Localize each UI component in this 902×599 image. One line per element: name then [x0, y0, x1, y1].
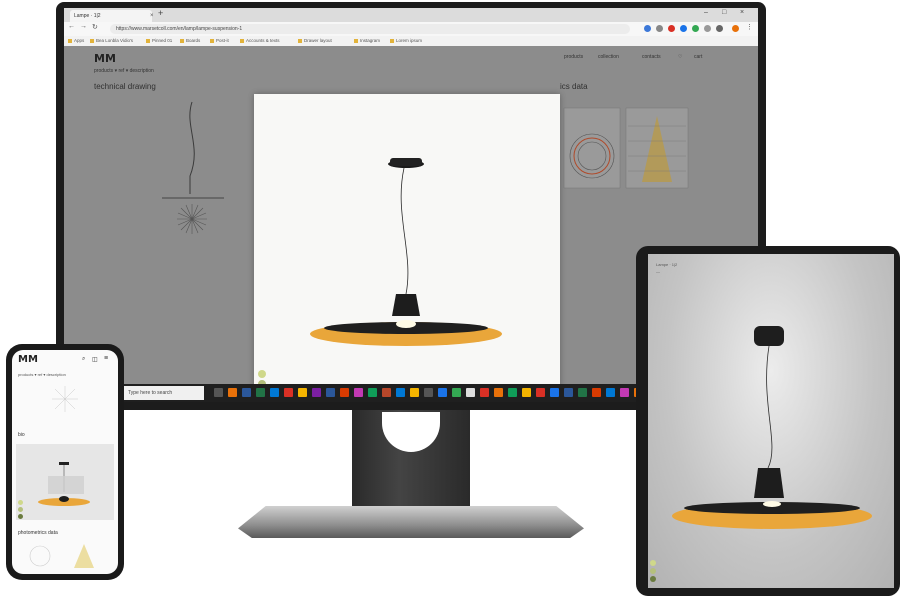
bookmark-item[interactable]: Pinned 01	[146, 37, 172, 45]
browser-tab[interactable]: Lampe · 1|2 ×	[70, 10, 154, 22]
product-image-modal[interactable]	[254, 94, 560, 402]
tablet-screen: Lampe · 1|2 —	[648, 254, 894, 588]
extension-icon[interactable]	[644, 25, 651, 32]
taskbar-app-icon[interactable]	[438, 388, 447, 397]
bookmark-item[interactable]: Apps	[68, 37, 84, 45]
taskbar-app-icon[interactable]	[284, 388, 293, 397]
taskbar-app-icon[interactable]	[298, 388, 307, 397]
address-bar[interactable]: https://www.marsetcoll.com/en/lamp/lampe…	[110, 24, 630, 34]
menu-cart[interactable]: cart	[694, 54, 702, 60]
close-tab-icon[interactable]: ×	[150, 10, 154, 22]
color-swatch[interactable]	[650, 560, 656, 566]
phone-pendant-lamp-image	[38, 462, 90, 506]
taskbar-app-icon[interactable]	[382, 388, 391, 397]
phone-technical-drawing	[52, 386, 78, 412]
browser-tab-title: Lampe · 1|2	[74, 13, 101, 19]
site-logo[interactable]: MM	[94, 52, 116, 65]
taskbar-app-icon[interactable]	[550, 388, 559, 397]
bookmark-item[interactable]: Drawer layout	[298, 37, 332, 45]
bookmark-item[interactable]: Accounts & texts	[240, 37, 280, 45]
extension-icon[interactable]	[692, 25, 699, 32]
new-tab-icon[interactable]: +	[158, 8, 163, 18]
photometric-chart-image	[563, 107, 689, 189]
technical-drawing-image	[162, 101, 224, 234]
color-swatch[interactable]	[18, 507, 23, 512]
taskbar-app-icon[interactable]	[494, 388, 503, 397]
breadcrumb[interactable]: products ▾ ref ▾ description	[94, 68, 154, 74]
taskbar-app-icon[interactable]	[326, 388, 335, 397]
bookmark-item[interactable]: Lorem ipsum	[390, 37, 422, 45]
phone-breadcrumb[interactable]: products ▾ ref ▾ description	[18, 372, 66, 377]
bookmark-item[interactable]: Boards	[180, 37, 200, 45]
taskbar-app-icon[interactable]	[452, 388, 461, 397]
pendant-lamp-image	[310, 158, 502, 346]
menu-contacts[interactable]: contacts	[642, 54, 661, 60]
extension-icon[interactable]	[716, 25, 723, 32]
search-icon[interactable]: ⌕	[82, 356, 85, 363]
extension-icon[interactable]	[656, 25, 663, 32]
minimize-icon[interactable]: –	[704, 9, 708, 16]
photometrics-heading: ics data	[560, 82, 588, 91]
phone-photometric-chart	[29, 544, 94, 568]
taskbar-app-icon[interactable]	[242, 388, 251, 397]
heart-icon[interactable]: ♡	[678, 54, 682, 60]
taskbar-app-icon[interactable]	[466, 388, 475, 397]
taskbar-app-icon[interactable]	[340, 388, 349, 397]
forward-icon[interactable]: →	[80, 23, 87, 30]
taskbar-app-icon[interactable]	[396, 388, 405, 397]
taskbar-app-icon[interactable]	[578, 388, 587, 397]
phone-screen: MM ⌕ ◫ ≡ products ▾ ref ▾ description bi…	[12, 350, 118, 574]
tablet-pendant-lamp-image	[672, 326, 872, 529]
taskbar-app-icon[interactable]	[522, 388, 531, 397]
menu-icon[interactable]: ⋮	[746, 23, 753, 31]
color-swatch[interactable]	[18, 514, 23, 519]
bookmark-item[interactable]: Instagram	[354, 37, 380, 45]
bookmark-item[interactable]: Post-it	[210, 37, 229, 45]
color-swatch[interactable]	[650, 576, 656, 582]
taskbar-app-icon[interactable]	[424, 388, 433, 397]
browser-tab-bar: Lampe · 1|2 × + – □ ×	[64, 8, 758, 22]
menu-collection[interactable]: collection	[598, 54, 619, 60]
taskbar-app-icon[interactable]	[354, 388, 363, 397]
reload-icon[interactable]: ↻	[92, 23, 98, 31]
maximize-icon[interactable]: □	[722, 9, 726, 16]
extension-icon[interactable]	[668, 25, 675, 32]
taskbar-app-icon[interactable]	[410, 388, 419, 397]
extension-icon[interactable]	[704, 25, 711, 32]
phone-label-bottom: photometrics data	[18, 530, 58, 536]
taskbar-app-icon[interactable]	[508, 388, 517, 397]
color-swatch[interactable]	[18, 500, 23, 505]
profile-avatar[interactable]	[732, 25, 739, 32]
cart-icon[interactable]: ◫	[92, 356, 98, 363]
task-view-icon[interactable]	[214, 388, 223, 397]
phone-product-image[interactable]	[16, 444, 114, 520]
taskbar-app-icon[interactable]	[620, 388, 629, 397]
color-swatch[interactable]	[650, 568, 656, 574]
taskbar-app-icon[interactable]	[606, 388, 615, 397]
hamburger-icon[interactable]: ≡	[104, 355, 108, 362]
taskbar-app-icon[interactable]	[564, 388, 573, 397]
color-swatch[interactable]	[258, 370, 266, 378]
phone-label-top: bio	[18, 432, 25, 438]
close-window-icon[interactable]: ×	[740, 9, 744, 16]
technical-drawing-heading: technical drawing	[94, 82, 156, 91]
monitor-base	[238, 506, 584, 538]
taskbar-app-icon[interactable]	[256, 388, 265, 397]
browser-toolbar: ← → ↻ https://www.marsetcoll.com/en/lamp…	[64, 22, 758, 36]
taskbar-app-icon[interactable]	[592, 388, 601, 397]
taskbar-search[interactable]: Type here to search	[120, 386, 204, 400]
taskbar-app-icon[interactable]	[368, 388, 377, 397]
menu-products[interactable]: products	[564, 54, 583, 60]
phone-site-logo[interactable]: MM	[18, 354, 38, 365]
taskbar-app-icon[interactable]	[270, 388, 279, 397]
taskbar-app-icon[interactable]	[312, 388, 321, 397]
extension-icon[interactable]	[680, 25, 687, 32]
taskbar-app-icon[interactable]	[536, 388, 545, 397]
taskbar-app-icon[interactable]	[228, 388, 237, 397]
bookmark-item[interactable]: Bea Lonbla Vidio's	[90, 37, 133, 45]
taskbar-app-icon[interactable]	[480, 388, 489, 397]
back-icon[interactable]: ←	[68, 23, 75, 30]
